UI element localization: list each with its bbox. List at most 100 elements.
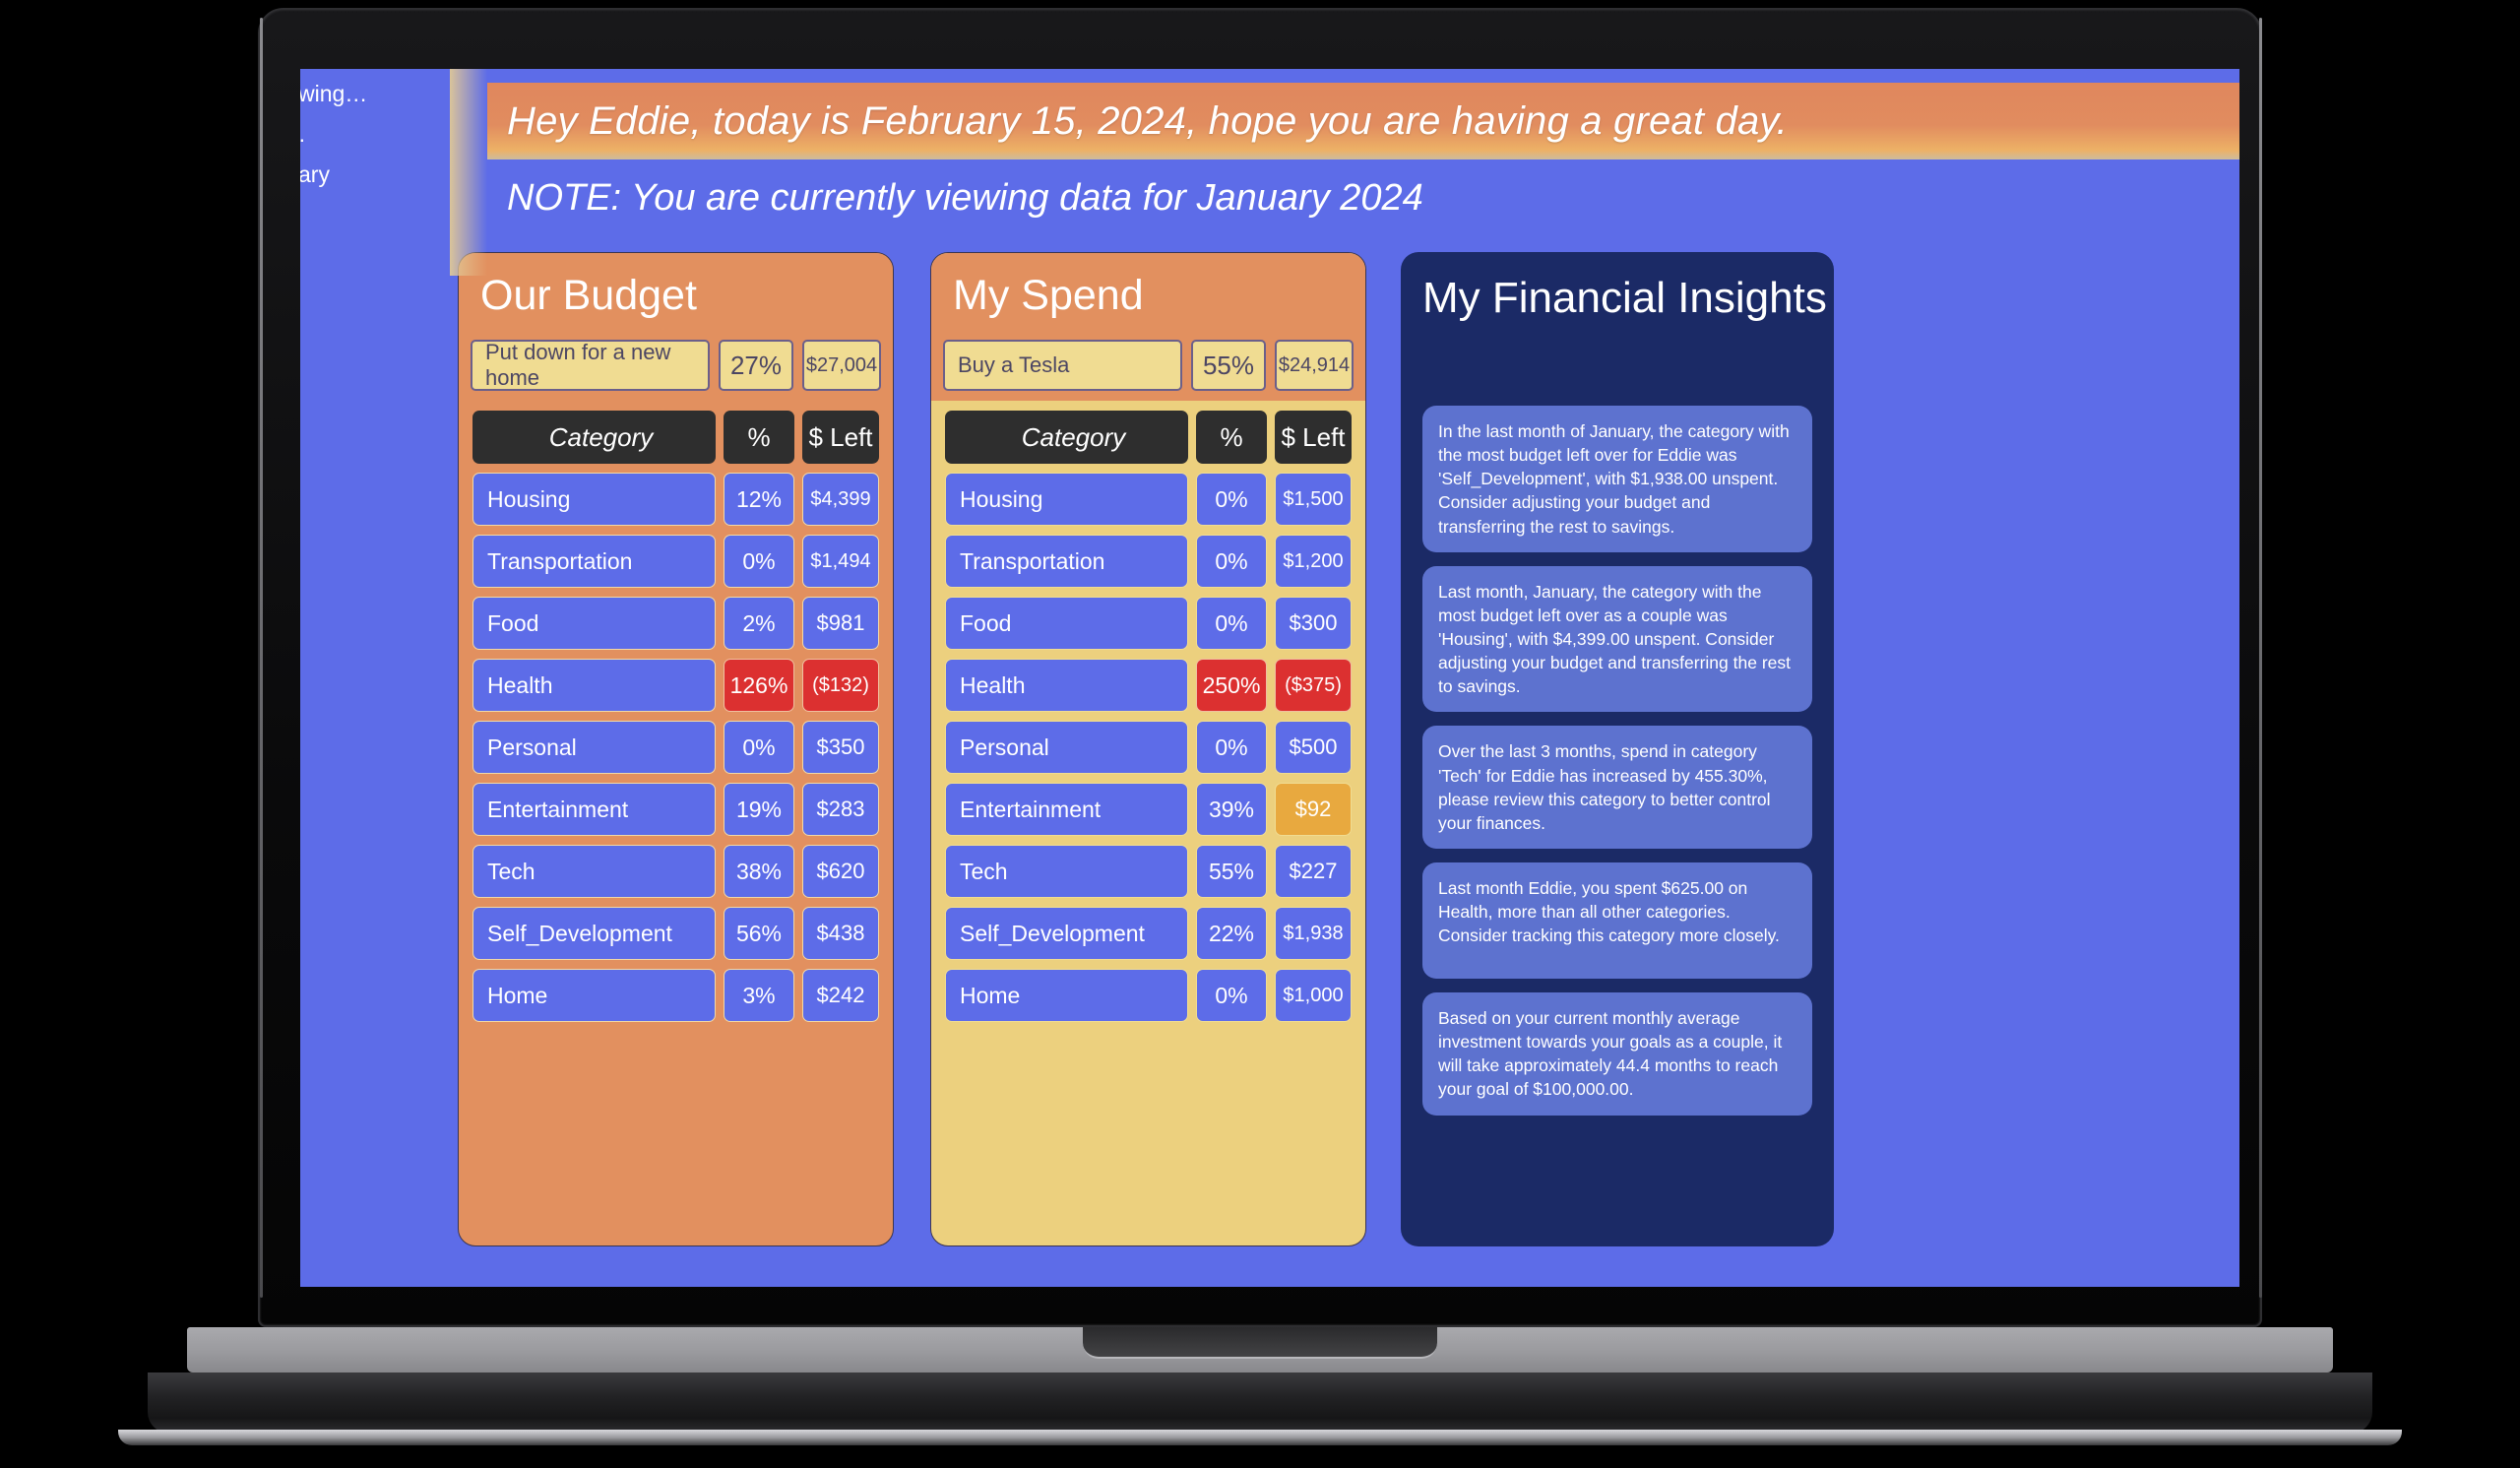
spend-goal-row: Buy a Tesla 55% $24,914 (943, 340, 1354, 391)
cell-category: Home (472, 969, 716, 1022)
insight-item: Based on your current monthly average in… (1422, 991, 1812, 1116)
cell-percent: 55% (1196, 845, 1267, 898)
cell-category: Self_Development (945, 907, 1188, 960)
sidebar-item-2[interactable]: · (300, 126, 306, 153)
budget-goal-amount: $27,004 (802, 340, 881, 391)
budget-table: Category % $ Left Housing 12% $4,399 Transp… (459, 401, 893, 1022)
table-row[interactable]: Housing 0% $1,500 (945, 473, 1352, 526)
cell-category: Entertainment (472, 783, 716, 836)
table-row[interactable]: Personal 0% $350 (472, 721, 879, 774)
cell-dollars-left: $981 (802, 597, 879, 650)
budget-goal-row: Put down for a new home 27% $27,004 (471, 340, 881, 391)
table-row[interactable]: Tech 55% $227 (945, 845, 1352, 898)
table-row[interactable]: Self_Development 22% $1,938 (945, 907, 1352, 960)
column-header-category[interactable]: Category (945, 411, 1188, 464)
column-header-left[interactable]: $ Left (1275, 411, 1352, 464)
table-row[interactable]: Home 3% $242 (472, 969, 879, 1022)
spend-card-title: My Spend (953, 272, 1144, 319)
cell-dollars-left: $438 (802, 907, 879, 960)
table-row[interactable]: Food 2% $981 (472, 597, 879, 650)
table-row[interactable]: Personal 0% $500 (945, 721, 1352, 774)
cell-dollars-left: $1,000 (1275, 969, 1352, 1022)
column-header-percent[interactable]: % (1196, 411, 1267, 464)
spend-goal-amount: $24,914 (1275, 340, 1354, 391)
table-row[interactable]: Health 250% ($375) (945, 659, 1352, 712)
cell-dollars-left: $1,200 (1275, 535, 1352, 588)
insight-item: Last month Eddie, you spent $625.00 on H… (1422, 862, 1812, 979)
laptop-screen: wing… · ary Hey Eddie, today is February… (300, 69, 2239, 1287)
cell-percent: 0% (724, 721, 794, 774)
insight-item: In the last month of January, the catego… (1422, 406, 1812, 552)
greeting-banner: Hey Eddie, today is February 15, 2024, h… (487, 83, 2239, 160)
table-row[interactable]: Tech 38% $620 (472, 845, 879, 898)
cell-percent: 0% (1196, 721, 1267, 774)
budget-dashboard-app: wing… · ary Hey Eddie, today is February… (300, 69, 2239, 1287)
spend-goal-name[interactable]: Buy a Tesla (943, 340, 1182, 391)
table-row[interactable]: Housing 12% $4,399 (472, 473, 879, 526)
insights-title: My Financial Insights (1422, 274, 1827, 322)
laptop-base-foot (118, 1430, 2402, 1445)
sidebar-item-1[interactable]: wing… (300, 81, 367, 107)
cell-category: Health (945, 659, 1188, 712)
insight-item: Over the last 3 months, spend in categor… (1422, 726, 1812, 849)
budget-table-body: Housing 12% $4,399 Transportation 0% $1,494 Fo… (472, 473, 879, 1022)
cell-dollars-left: $92 (1275, 783, 1352, 836)
spend-table: Category % $ Left Housing 0% $1,500 Transpo… (931, 401, 1365, 1022)
table-row[interactable]: Entertainment 39% $92 (945, 783, 1352, 836)
my-spend-card: My Spend Buy a Tesla 55% $24,914 Categor… (930, 252, 1366, 1246)
insight-item: Last month, January, the category with t… (1422, 565, 1812, 713)
financial-insights-card: My Financial Insights In the last month … (1401, 252, 1834, 1246)
cell-category: Transportation (945, 535, 1188, 588)
lid-edge-left (260, 18, 263, 1298)
cell-category: Tech (472, 845, 716, 898)
budget-card-header: Our Budget Put down for a new home 27% $… (459, 253, 893, 401)
cell-dollars-left: ($375) (1275, 659, 1352, 712)
cell-dollars-left: $1,500 (1275, 473, 1352, 526)
spend-goal-percent: 55% (1191, 340, 1266, 391)
cell-category: Food (472, 597, 716, 650)
column-header-category[interactable]: Category (472, 411, 716, 464)
column-header-percent[interactable]: % (724, 411, 794, 464)
column-header-left[interactable]: $ Left (802, 411, 879, 464)
cell-dollars-left: $500 (1275, 721, 1352, 774)
note-banner: NOTE: You are currently viewing data for… (487, 167, 2239, 228)
cell-category: Housing (945, 473, 1188, 526)
table-row[interactable]: Home 0% $1,000 (945, 969, 1352, 1022)
table-row[interactable]: Self_Development 56% $438 (472, 907, 879, 960)
cell-dollars-left: $1,938 (1275, 907, 1352, 960)
note-text: NOTE: You are currently viewing data for… (507, 176, 1423, 219)
cell-percent: 3% (724, 969, 794, 1022)
lid-edge-right (2259, 18, 2262, 1298)
table-row[interactable]: Health 126% ($132) (472, 659, 879, 712)
cell-category: Entertainment (945, 783, 1188, 836)
spend-table-body: Housing 0% $1,500 Transportation 0% $1,200 Foo… (945, 473, 1352, 1022)
table-row[interactable]: Transportation 0% $1,494 (472, 535, 879, 588)
cell-category: Food (945, 597, 1188, 650)
table-row[interactable]: Transportation 0% $1,200 (945, 535, 1352, 588)
cell-percent: 12% (724, 473, 794, 526)
cell-percent: 126% (724, 659, 794, 712)
table-row[interactable]: Food 0% $300 (945, 597, 1352, 650)
cell-category: Personal (472, 721, 716, 774)
cell-category: Personal (945, 721, 1188, 774)
sidebar[interactable]: wing… · ary (300, 69, 450, 1287)
budget-card-title: Our Budget (480, 272, 697, 319)
cell-percent: 0% (724, 535, 794, 588)
cell-percent: 19% (724, 783, 794, 836)
cell-percent: 0% (1196, 597, 1267, 650)
laptop-frame: wing… · ary Hey Eddie, today is February… (0, 0, 2520, 1468)
cell-dollars-left: $1,494 (802, 535, 879, 588)
table-row[interactable]: Entertainment 19% $283 (472, 783, 879, 836)
budget-goal-name[interactable]: Put down for a new home (471, 340, 710, 391)
laptop-base-notch (1083, 1327, 1437, 1359)
laptop-base-body (148, 1372, 2372, 1434)
budget-goal-percent: 27% (719, 340, 793, 391)
cell-category: Transportation (472, 535, 716, 588)
cell-dollars-left: ($132) (802, 659, 879, 712)
sidebar-item-3[interactable]: ary (300, 161, 330, 188)
our-budget-card: Our Budget Put down for a new home 27% $… (458, 252, 894, 1246)
spend-card-header: My Spend Buy a Tesla 55% $24,914 (931, 253, 1365, 401)
greeting-text: Hey Eddie, today is February 15, 2024, h… (507, 98, 1788, 143)
cell-dollars-left: $620 (802, 845, 879, 898)
insights-list: In the last month of January, the catego… (1401, 400, 1834, 1116)
